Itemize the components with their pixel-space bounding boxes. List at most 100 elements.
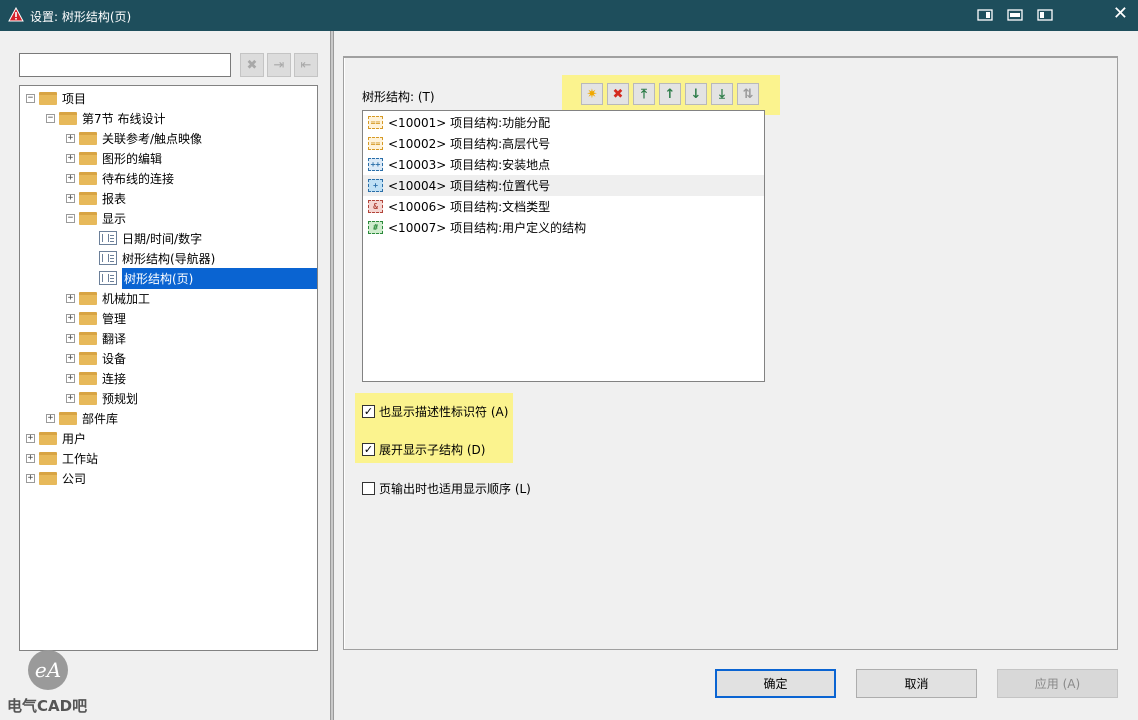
tree-node-display[interactable]: − 显示 bbox=[66, 208, 126, 228]
collapse-icon[interactable]: − bbox=[26, 93, 35, 103]
list-item-text: 项目结构:位置代号 bbox=[450, 179, 551, 193]
list-item-code: <10006> bbox=[388, 199, 447, 214]
option-checkbox-row[interactable]: ✓ 展开显示子结构 (D) bbox=[362, 441, 485, 458]
dock-left-icon[interactable] bbox=[976, 7, 994, 23]
settings-page-icon bbox=[99, 231, 117, 245]
structure-list[interactable]: == <10001> 项目结构:功能分配 == <10002> 项目结构:高层代号 ++… bbox=[362, 110, 765, 382]
tree-node-label: 用户 bbox=[62, 431, 87, 446]
tree-node-ref[interactable]: + 关联参考/触点映像 bbox=[66, 128, 202, 148]
structure-icon: ++ bbox=[368, 158, 383, 171]
folder-icon bbox=[39, 471, 57, 485]
list-item[interactable]: ++ <10003> 项目结构:安装地点 bbox=[363, 154, 764, 175]
tree-node-company[interactable]: + 公司 bbox=[26, 468, 86, 488]
delete-button[interactable]: ✖ bbox=[607, 83, 629, 105]
move-down-button[interactable]: ↓ bbox=[685, 83, 707, 105]
folder-icon bbox=[39, 451, 57, 465]
new-star-icon: ✷ bbox=[586, 86, 598, 102]
tree-node-label: 第7节 布线设计 bbox=[82, 111, 166, 126]
list-item[interactable]: # <10007> 项目结构:用户定义的结构 bbox=[363, 217, 764, 238]
folder-icon bbox=[79, 211, 97, 225]
list-item-code: <10004> bbox=[388, 178, 447, 193]
expand-icon[interactable]: + bbox=[66, 373, 75, 383]
tree-node-label: 图形的编辑 bbox=[102, 151, 163, 166]
tree-node-connection[interactable]: + 连接 bbox=[66, 368, 126, 388]
sort-button[interactable]: ⇅ bbox=[737, 83, 759, 105]
tree-node-label: 预规划 bbox=[102, 391, 139, 406]
list-item-text: 项目结构:用户定义的结构 bbox=[450, 221, 587, 235]
settings-page-icon bbox=[99, 251, 117, 265]
tree-node-label: 部件库 bbox=[82, 411, 119, 426]
arrow-up-icon: ↑ bbox=[664, 86, 676, 102]
expand-icon[interactable]: + bbox=[26, 453, 35, 463]
tree-node-tree_page[interactable]: 树形结构(页) bbox=[86, 267, 317, 289]
tree-node-report[interactable]: + 报表 bbox=[66, 188, 126, 208]
list-item[interactable]: == <10001> 项目结构:功能分配 bbox=[363, 112, 764, 133]
expand-icon[interactable]: + bbox=[66, 353, 75, 363]
list-item[interactable]: == <10002> 项目结构:高层代号 bbox=[363, 133, 764, 154]
tree-node-parts[interactable]: + 部件库 bbox=[46, 408, 118, 428]
close-icon[interactable]: ✕ bbox=[1113, 5, 1128, 23]
tree-node-date[interactable]: 日期/时间/数字 bbox=[86, 228, 202, 248]
folder-icon bbox=[39, 91, 57, 105]
settings-tree[interactable]: − 项目 − 第7节 布线设计 + 关联参考/触点映像 + 图形的编辑 + 待布线的连接 + 报表 − 显… bbox=[19, 85, 318, 651]
list-item-code: <10002> bbox=[388, 136, 447, 151]
tree-node-preplan[interactable]: + 预规划 bbox=[66, 388, 138, 408]
clear-filter-button[interactable]: ✖ bbox=[240, 53, 264, 77]
option-checkbox-row[interactable]: 页输出时也适用显示顺序 (L) bbox=[362, 480, 531, 497]
collapse-icon[interactable]: − bbox=[46, 113, 55, 123]
expand-icon[interactable]: + bbox=[46, 413, 55, 423]
tree-node-manage[interactable]: + 管理 bbox=[66, 308, 126, 328]
apply-button[interactable]: 应用 (A) bbox=[997, 669, 1118, 698]
new-button[interactable]: ✷ bbox=[581, 83, 603, 105]
checkbox-checked-icon[interactable]: ✓ bbox=[362, 405, 375, 418]
cancel-button[interactable]: 取消 bbox=[856, 669, 977, 698]
list-item-text: 项目结构:文档类型 bbox=[450, 200, 551, 214]
tree-node-tree_nav[interactable]: 树形结构(导航器) bbox=[86, 248, 215, 268]
option-checkbox-row[interactable]: ✓ 也显示描述性标识符 (A) bbox=[362, 403, 508, 420]
tree-node-workstation[interactable]: + 工作站 bbox=[26, 448, 98, 468]
expand-icon[interactable]: + bbox=[66, 133, 75, 143]
collapse-icon[interactable]: − bbox=[66, 213, 75, 223]
warning-icon bbox=[8, 7, 24, 22]
dock-center-icon[interactable] bbox=[1006, 7, 1024, 23]
expand-icon[interactable]: + bbox=[66, 393, 75, 403]
move-up-button[interactable]: ↑ bbox=[659, 83, 681, 105]
watermark-text: 电气CAD吧 bbox=[7, 697, 88, 715]
checkbox-label: 展开显示子结构 (D) bbox=[379, 443, 486, 457]
expand-icon[interactable]: + bbox=[66, 173, 75, 183]
move-bottom-icon: ⤓ bbox=[719, 86, 725, 102]
export-button[interactable]: ⇤ bbox=[294, 53, 318, 77]
tree-node-project[interactable]: − 项目 bbox=[26, 88, 86, 108]
expand-icon[interactable]: + bbox=[66, 293, 75, 303]
folder-icon bbox=[79, 171, 97, 185]
checkbox-checked-icon[interactable]: ✓ bbox=[362, 443, 375, 456]
dock-right-icon[interactable] bbox=[1036, 7, 1054, 23]
expand-icon[interactable]: + bbox=[66, 193, 75, 203]
expand-icon[interactable]: + bbox=[26, 473, 35, 483]
checkbox-unchecked-icon[interactable] bbox=[362, 482, 375, 495]
expand-icon[interactable]: + bbox=[66, 153, 75, 163]
tree-structure-label: 树形结构: (T) bbox=[362, 90, 435, 104]
tree-node-edit[interactable]: + 图形的编辑 bbox=[66, 148, 162, 168]
tree-node-conn_pending[interactable]: + 待布线的连接 bbox=[66, 168, 174, 188]
move-bottom-button[interactable]: ⤓ bbox=[711, 83, 733, 105]
expand-icon[interactable]: + bbox=[66, 333, 75, 343]
tree-node-mech[interactable]: + 机械加工 bbox=[66, 288, 150, 308]
search-input[interactable] bbox=[19, 53, 231, 77]
folder-icon bbox=[79, 371, 97, 385]
list-item[interactable]: & <10006> 项目结构:文档类型 bbox=[363, 196, 764, 217]
list-item[interactable]: + <10004> 项目结构:位置代号 bbox=[363, 175, 764, 196]
expand-icon[interactable]: + bbox=[26, 433, 35, 443]
tree-node-label: 待布线的连接 bbox=[102, 171, 175, 186]
folder-icon bbox=[79, 131, 97, 145]
tree-node-device[interactable]: + 设备 bbox=[66, 348, 126, 368]
ok-button[interactable]: 确定 bbox=[715, 669, 836, 698]
tree-node-user[interactable]: + 用户 bbox=[26, 428, 86, 448]
structure-icon: == bbox=[368, 116, 383, 129]
import-icon: ⇥ bbox=[273, 57, 285, 73]
tree-node-sec7[interactable]: − 第7节 布线设计 bbox=[46, 108, 165, 128]
expand-icon[interactable]: + bbox=[66, 313, 75, 323]
import-button[interactable]: ⇥ bbox=[267, 53, 291, 77]
move-top-button[interactable]: ⤒ bbox=[633, 83, 655, 105]
tree-node-translate[interactable]: + 翻译 bbox=[66, 328, 126, 348]
